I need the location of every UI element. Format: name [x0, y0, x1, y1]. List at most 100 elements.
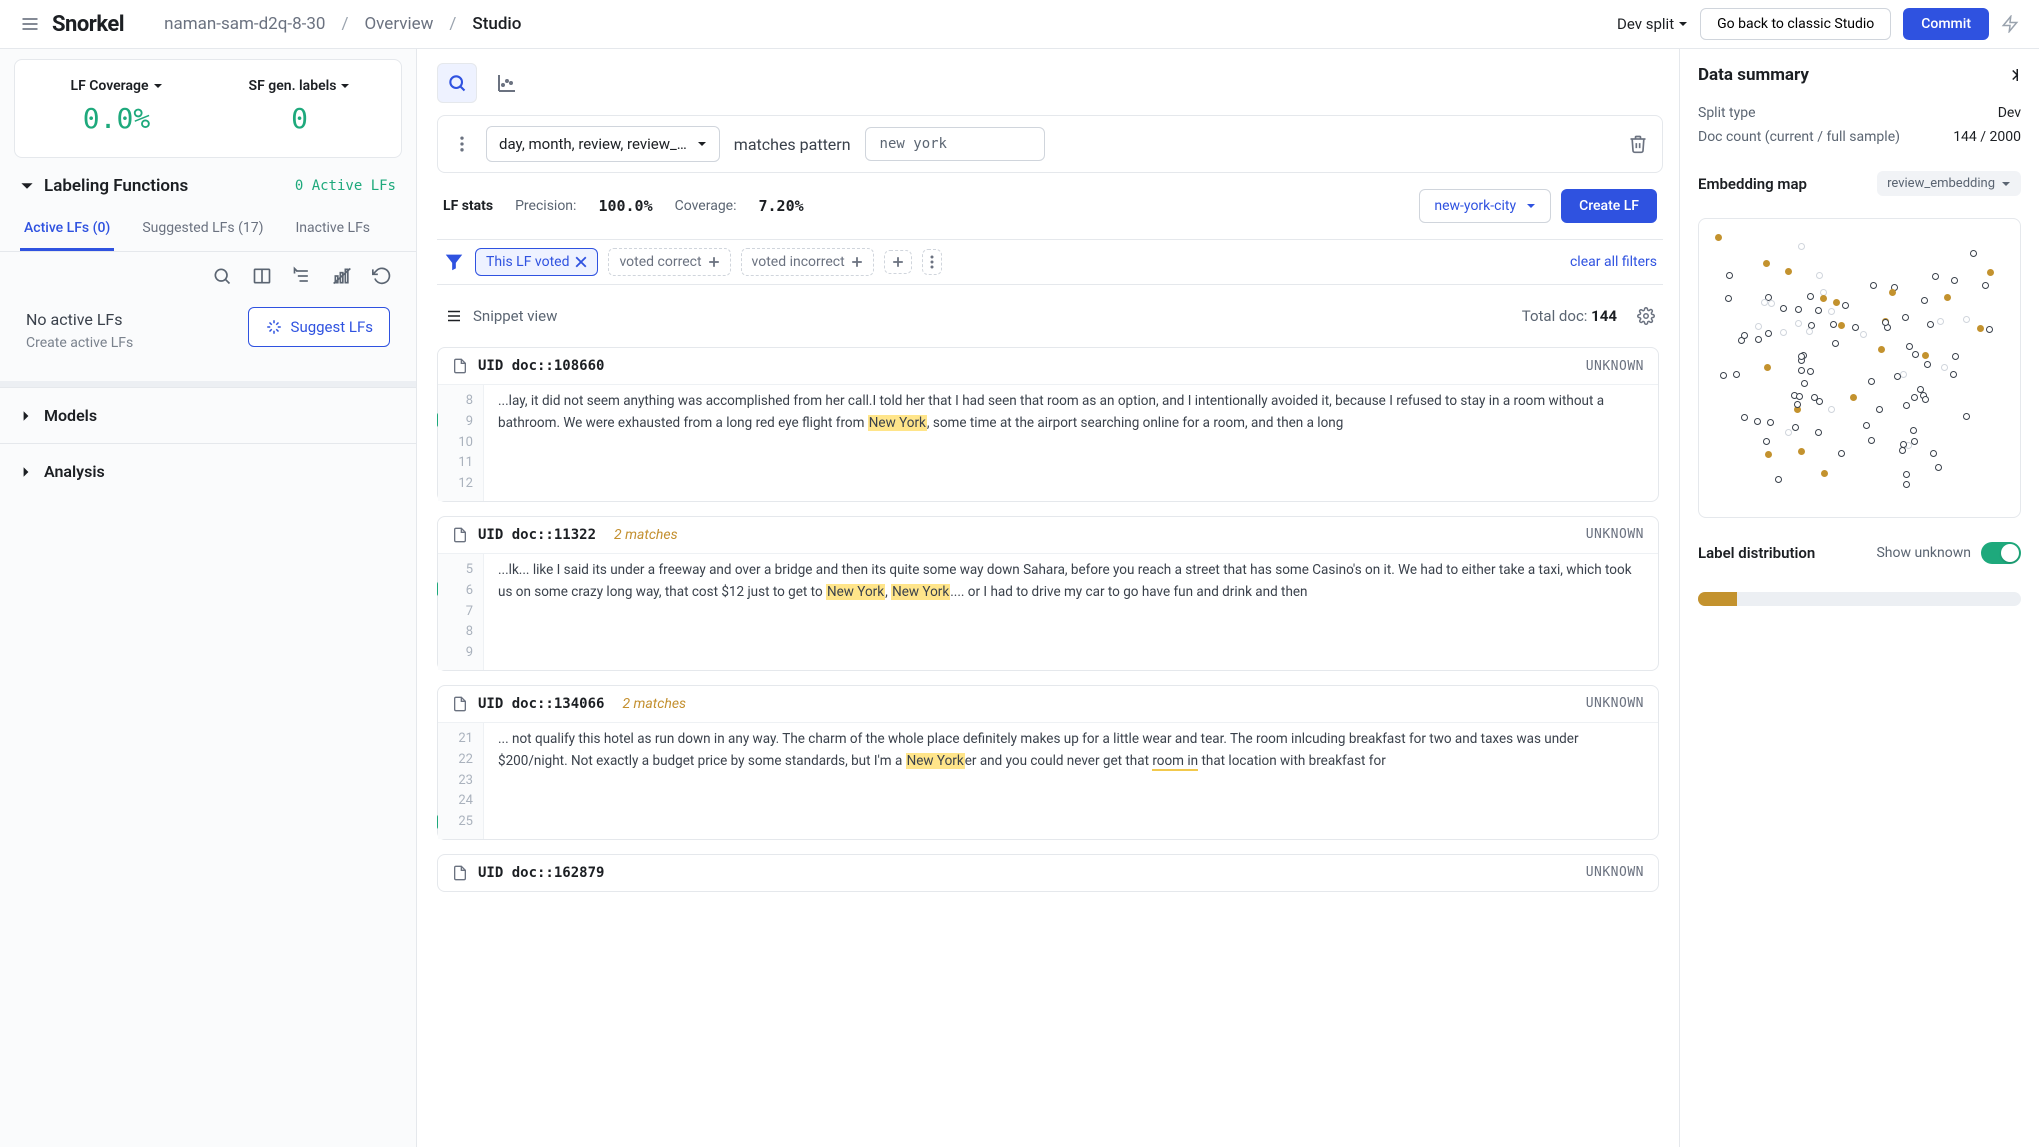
embedding-point[interactable]	[1911, 438, 1918, 445]
embedding-point-labeled[interactable]	[1820, 295, 1827, 302]
list-sort-icon[interactable]	[292, 266, 312, 286]
clear-all-filters-link[interactable]: clear all filters	[1570, 254, 1657, 270]
gear-icon[interactable]	[1637, 307, 1655, 325]
embedding-point-labeled[interactable]	[1977, 325, 1984, 332]
search-mode-button[interactable]	[437, 63, 477, 103]
columns-icon[interactable]	[252, 266, 272, 286]
doc-card[interactable]: UID doc::11322 2 matches UNKNOWN56789...…	[437, 516, 1659, 671]
embedding-point[interactable]	[1922, 396, 1929, 403]
embedding-point[interactable]	[1912, 351, 1919, 358]
embedding-point-labeled[interactable]	[1785, 268, 1792, 275]
field-select[interactable]: day, month, review, review_…	[486, 126, 720, 162]
embedding-point[interactable]	[1780, 329, 1787, 336]
add-filter-button[interactable]	[884, 250, 912, 274]
embedding-point[interactable]	[1903, 481, 1910, 488]
embedding-point[interactable]	[1807, 293, 1814, 300]
embedding-point[interactable]	[1726, 272, 1733, 279]
embedding-point[interactable]	[1937, 318, 1944, 325]
models-section[interactable]: Models	[0, 387, 416, 443]
sf-gen-metric[interactable]: SF gen. labels 0	[208, 78, 391, 135]
embedding-point[interactable]	[1860, 331, 1867, 338]
embedding-point[interactable]	[1795, 320, 1802, 327]
embedding-point[interactable]	[1761, 299, 1768, 306]
embedding-point[interactable]	[1906, 343, 1913, 350]
embedding-point[interactable]	[1842, 302, 1849, 309]
embedding-point[interactable]	[1899, 447, 1906, 454]
embedding-point[interactable]	[1921, 297, 1928, 304]
crumb-overview[interactable]: Overview	[364, 14, 433, 34]
chip-this-lf-voted[interactable]: This LF voted	[475, 248, 598, 276]
embedding-point-labeled[interactable]	[1798, 448, 1805, 455]
embedding-point[interactable]	[1863, 422, 1870, 429]
analysis-section[interactable]: Analysis	[0, 443, 416, 499]
doc-list[interactable]: UID doc::108660 UNKNOWN89101112...lay, i…	[437, 347, 1663, 1147]
embedding-point-labeled[interactable]	[1715, 234, 1722, 241]
embedding-point[interactable]	[1798, 367, 1805, 374]
go-classic-button[interactable]: Go back to classic Studio	[1700, 8, 1891, 40]
lightning-icon[interactable]	[2001, 15, 2019, 33]
embedding-point[interactable]	[1795, 306, 1802, 313]
embedding-point-labeled[interactable]	[1878, 346, 1885, 353]
embedding-point[interactable]	[1733, 371, 1740, 378]
embedding-point[interactable]	[1868, 437, 1875, 444]
embedding-point[interactable]	[1868, 378, 1875, 385]
embedding-point[interactable]	[1932, 273, 1939, 280]
search-icon[interactable]	[212, 266, 232, 286]
pattern-input[interactable]: new york	[865, 127, 1045, 161]
embedding-point-labeled[interactable]	[1944, 294, 1951, 301]
crumb-project[interactable]: naman-sam-d2q-8-30	[164, 14, 325, 34]
embedding-point[interactable]	[1755, 323, 1762, 330]
suggest-lfs-button[interactable]: Suggest LFs	[248, 307, 390, 347]
doc-card[interactable]: UID doc::134066 2 matches UNKNOWN2122232…	[437, 685, 1659, 840]
embedding-point-labeled[interactable]	[1850, 394, 1857, 401]
embedding-point-labeled[interactable]	[1889, 289, 1896, 296]
embedding-point[interactable]	[1801, 380, 1808, 387]
embedding-point[interactable]	[1792, 424, 1799, 431]
embedding-point-labeled[interactable]	[1765, 451, 1772, 458]
embedding-point[interactable]	[1725, 295, 1732, 302]
embedding-point-labeled[interactable]	[1763, 260, 1770, 267]
embedding-point[interactable]	[1903, 471, 1910, 478]
embedding-point[interactable]	[1765, 330, 1772, 337]
trash-icon[interactable]	[1628, 134, 1648, 154]
embedding-point[interactable]	[1796, 393, 1803, 400]
snippet-view-icon[interactable]	[445, 307, 463, 325]
dev-split-dropdown[interactable]: Dev split	[1617, 15, 1688, 33]
embedding-point[interactable]	[1941, 364, 1948, 371]
close-icon[interactable]	[575, 256, 587, 268]
embedding-point[interactable]	[1832, 340, 1839, 347]
embedding-point[interactable]	[1911, 394, 1918, 401]
embedding-point[interactable]	[1970, 250, 1977, 257]
embedding-point[interactable]	[1902, 314, 1909, 321]
embedding-point[interactable]	[1763, 438, 1770, 445]
embedding-point-labeled[interactable]	[1987, 269, 1994, 276]
embedding-point[interactable]	[1903, 402, 1910, 409]
embedding-point[interactable]	[1852, 324, 1859, 331]
target-label-dropdown[interactable]: new-york-city	[1419, 189, 1551, 223]
embedding-point[interactable]	[1927, 321, 1934, 328]
chart-mode-icon[interactable]	[495, 71, 519, 95]
embedding-point[interactable]	[1755, 336, 1762, 343]
doc-card[interactable]: UID doc::162879 UNKNOWN	[437, 854, 1659, 892]
embedding-point[interactable]	[1951, 277, 1958, 284]
labeling-functions-header[interactable]: Labeling Functions 0 Active LFs	[0, 158, 416, 210]
undo-icon[interactable]	[372, 266, 392, 286]
embedding-point[interactable]	[1950, 371, 1957, 378]
embedding-point[interactable]	[1807, 368, 1814, 375]
embedding-point[interactable]	[1768, 300, 1775, 307]
tab-inactive-lfs[interactable]: Inactive LFs	[291, 210, 374, 251]
embedding-point[interactable]	[1828, 406, 1835, 413]
embedding-point[interactable]	[1986, 326, 1993, 333]
lf-coverage-metric[interactable]: LF Coverage 0.0%	[25, 78, 208, 135]
show-unknown-toggle[interactable]	[1981, 542, 2021, 564]
embedding-point[interactable]	[1982, 282, 1989, 289]
embedding-point[interactable]	[1930, 450, 1937, 457]
embedding-point[interactable]	[1900, 371, 1907, 378]
embedding-point[interactable]	[1830, 321, 1837, 328]
embedding-point[interactable]	[1741, 332, 1748, 339]
embedding-point-labeled[interactable]	[1764, 364, 1771, 371]
logo[interactable]: Snorkel	[52, 12, 124, 37]
more-vertical-icon[interactable]	[452, 134, 472, 154]
embedding-point[interactable]	[1775, 476, 1782, 483]
embedding-point[interactable]	[1952, 353, 1959, 360]
